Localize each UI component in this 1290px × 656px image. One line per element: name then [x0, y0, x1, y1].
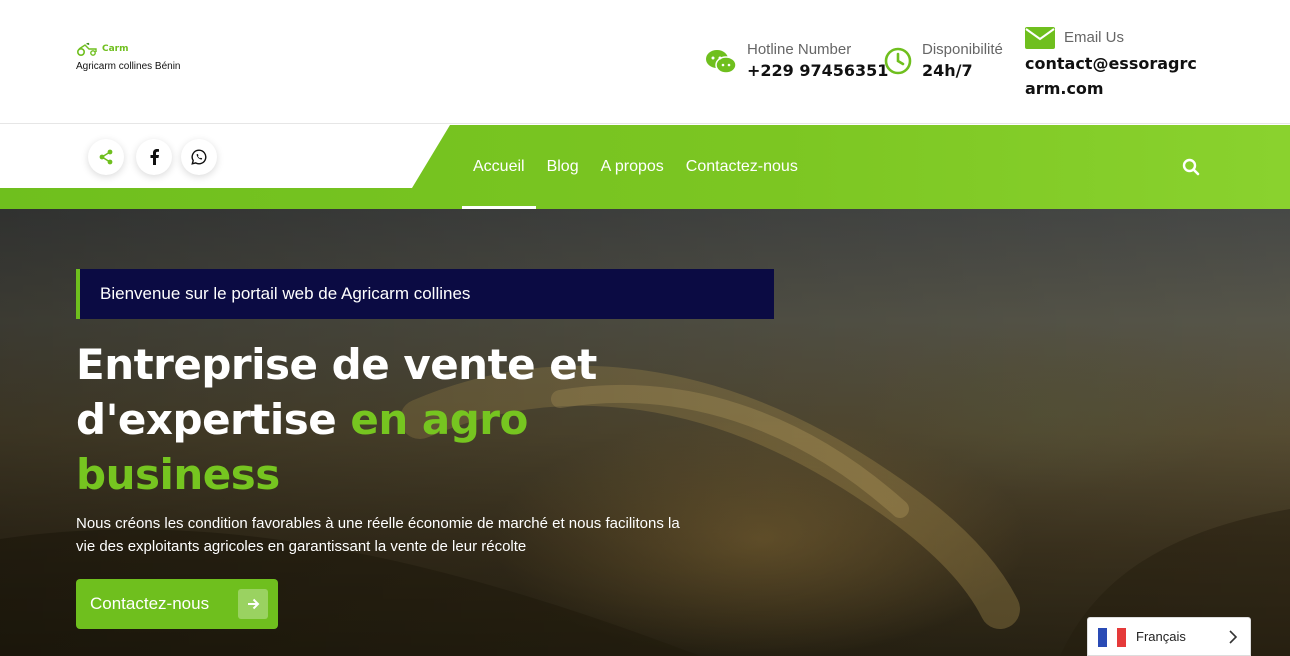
hero-title-line1: Entreprise de vente et	[76, 340, 597, 389]
france-flag-icon	[1098, 628, 1126, 647]
hero-title-line2-accent: en agro	[350, 395, 528, 444]
nav-item-a-propos[interactable]: A propos	[590, 125, 675, 209]
hero-description: Nous créons les condition favorables à u…	[76, 515, 680, 555]
language-selector[interactable]: Français	[1087, 617, 1251, 656]
hero-title-line2: d'expertise en agro	[76, 392, 716, 447]
navigation-bar: Accueil Blog A propos Contactez-nous	[0, 125, 1290, 209]
email-address-line1[interactable]: contact@essoragrc	[1025, 54, 1197, 73]
language-label: Français	[1136, 629, 1186, 644]
nav-item-accueil[interactable]: Accueil	[462, 125, 536, 209]
contact-cta-button[interactable]: Contactez-nous	[76, 579, 278, 629]
share-icon	[99, 149, 113, 165]
hero-title: Entreprise de vente et d'expertise en ag…	[76, 337, 716, 502]
whatsapp-button[interactable]	[181, 139, 217, 175]
envelope-icon	[1025, 27, 1055, 49]
clock-icon	[884, 47, 912, 75]
availability-value: 24h/7	[922, 61, 973, 80]
social-strip	[0, 125, 450, 188]
nav-item-blog[interactable]: Blog	[536, 125, 590, 209]
availability-label: Disponibilité	[922, 41, 1003, 58]
email-address-line2[interactable]: arm.com	[1025, 79, 1104, 98]
facebook-button[interactable]	[136, 139, 172, 175]
logo-mark: Carm	[76, 42, 181, 56]
top-header: Carm Agricarm collines Bénin Hotline Num…	[0, 0, 1290, 124]
site-logo[interactable]: Carm Agricarm collines Bénin	[76, 42, 181, 72]
hotline-number[interactable]: +229 97456351	[747, 61, 888, 80]
hero-section: Bienvenue sur le portail web de Agricarm…	[0, 209, 1290, 656]
whatsapp-icon	[191, 149, 207, 165]
hotline-label: Hotline Number	[747, 41, 852, 58]
share-button[interactable]	[88, 139, 124, 175]
email-label: Email Us	[1064, 29, 1125, 46]
facebook-icon	[150, 149, 159, 165]
contact-cta-label: Contactez-nous	[90, 594, 210, 613]
welcome-banner: Bienvenue sur le portail web de Agricarm…	[76, 269, 774, 319]
logo-brand: Carm	[102, 44, 129, 54]
search-icon	[1182, 158, 1200, 176]
hero-title-line2-white: d'expertise	[76, 395, 351, 444]
search-button[interactable]	[1182, 158, 1200, 180]
hero-title-line3: business	[76, 450, 280, 499]
nav-item-contactez-nous[interactable]: Contactez-nous	[675, 125, 809, 209]
chevron-right-icon	[1229, 630, 1238, 644]
logo-tagline: Agricarm collines Bénin	[76, 61, 181, 72]
main-menu: Accueil Blog A propos Contactez-nous	[462, 125, 809, 209]
tractor-icon	[77, 42, 97, 56]
chat-icon	[706, 50, 737, 74]
arrow-right-icon	[238, 589, 268, 619]
